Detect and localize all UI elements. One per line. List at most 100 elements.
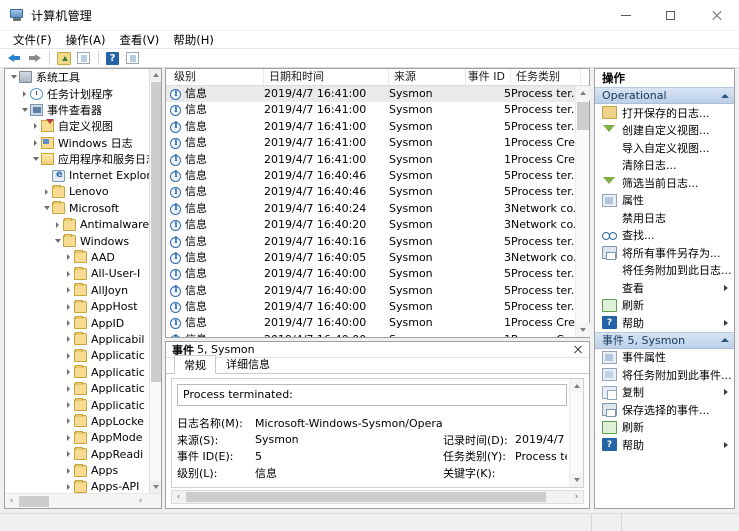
tree-item[interactable]: AppMode (5, 430, 149, 446)
chevron-down-icon[interactable] (8, 69, 19, 85)
close-detail-icon[interactable] (571, 343, 585, 356)
chevron-right-icon[interactable] (52, 217, 63, 233)
action-item[interactable]: 筛选当前日志... (595, 174, 734, 192)
chevron-up-icon[interactable] (721, 338, 729, 342)
action-item[interactable]: 打开保存的日志... (595, 104, 734, 122)
tree-item[interactable]: Windows (5, 233, 149, 249)
event-row[interactable]: 信息 2019/4/7 16:41:00 Sysmon 1Process Cre... (166, 135, 575, 151)
chevron-right-icon[interactable] (63, 266, 74, 282)
event-row[interactable]: 信息 2019/4/7 16:40:00 Sysmon 5Process ter... (166, 266, 575, 282)
tree-horizontal-scrollbar[interactable]: ‹ › (5, 493, 161, 508)
chevron-up-icon[interactable] (721, 93, 729, 98)
column-header-datetime[interactable]: 日期和时间 (264, 69, 389, 85)
tree-item[interactable]: Antimalware (5, 217, 149, 233)
event-list-scroll-down-button[interactable] (576, 323, 590, 337)
event-row[interactable]: 信息 2019/4/7 16:41:00 Sysmon 5Process ter... (166, 86, 575, 103)
actions-group-header[interactable]: Operational (595, 87, 734, 104)
action-item[interactable]: 禁用日志 (595, 209, 734, 227)
event-row[interactable]: 信息 2019/4/7 16:40:24 Sysmon 3Network co... (166, 201, 575, 217)
event-row[interactable]: 信息 2019/4/7 16:40:05 Sysmon 3Network co... (166, 250, 575, 266)
action-item[interactable]: 查找... (595, 227, 734, 245)
tree-item[interactable]: Applicatic (5, 397, 149, 413)
detail-scroll-right-button[interactable]: › (570, 491, 583, 503)
action-item[interactable]: 创建自定义视图... (595, 122, 734, 140)
action-item[interactable]: 将任务附加到此日志... (595, 262, 734, 280)
event-row[interactable]: 信息 2019/4/7 16:41:00 Sysmon 1Process Cre... (166, 152, 575, 168)
chevron-right-icon[interactable] (63, 479, 74, 493)
tree-item[interactable]: 系统工具 (5, 69, 149, 85)
menu-file[interactable]: 文件(F) (6, 31, 59, 49)
action-item[interactable]: 导入自定义视图... (595, 139, 734, 157)
chevron-right-icon[interactable] (63, 463, 74, 479)
event-row[interactable]: 信息 2019/4/7 16:41:00 Sysmon 5Process ter... (166, 119, 575, 135)
maximize-button[interactable] (648, 0, 693, 31)
event-detail-horizontal-scrollbar[interactable]: ‹ › (171, 490, 584, 504)
submenu-arrow-icon[interactable] (724, 389, 728, 396)
event-row[interactable]: 信息 2019/4/7 16:40:16 Sysmon 5Process ter... (166, 234, 575, 250)
tab-general[interactable]: 常规 (174, 355, 216, 374)
event-row[interactable]: 信息 2019/4/7 16:40:00 Sysmon 5Process ter... (166, 299, 575, 315)
show-hide-console-tree-button[interactable] (74, 50, 93, 67)
menu-view[interactable]: 查看(V) (112, 31, 166, 49)
tree-item[interactable]: AllJoyn (5, 282, 149, 298)
event-detail-vertical-scrollbar[interactable] (569, 379, 583, 487)
column-header-eventid[interactable]: 事件 ID (466, 69, 511, 85)
up-folder-button[interactable] (54, 50, 73, 67)
chevron-right-icon[interactable] (30, 135, 41, 151)
tree-item[interactable]: 自定义视图 (5, 118, 149, 134)
chevron-right-icon[interactable] (63, 299, 74, 315)
help-button[interactable]: ? (103, 50, 122, 67)
chevron-right-icon[interactable] (63, 381, 74, 397)
chevron-right-icon[interactable] (19, 86, 30, 102)
show-hide-action-pane-button[interactable] (123, 50, 142, 67)
chevron-down-icon[interactable] (19, 102, 30, 118)
tree-scroll-right-button[interactable]: › (134, 494, 147, 508)
chevron-down-icon[interactable] (30, 151, 41, 167)
event-list-scroll-up-button[interactable] (576, 86, 590, 100)
tree-item[interactable]: Internet Explorer (5, 167, 149, 183)
chevron-right-icon[interactable] (30, 118, 41, 134)
tree-item[interactable]: Windows 日志 (5, 135, 149, 151)
menu-help[interactable]: 帮助(H) (166, 31, 221, 49)
chevron-right-icon[interactable] (63, 331, 74, 347)
tree-item[interactable]: AAD (5, 249, 149, 265)
tree-item[interactable]: 任务计划程序 (5, 85, 149, 101)
event-detail-scroll-up-button[interactable] (570, 379, 583, 393)
tree-item[interactable]: Lenovo (5, 184, 149, 200)
tree-scroll-left-button[interactable]: ‹ (5, 494, 18, 508)
action-item[interactable]: 属性 (595, 192, 734, 210)
detail-horizontal-scroll-thumb[interactable] (186, 492, 546, 502)
tree-item[interactable]: Apps-API (5, 479, 149, 493)
submenu-arrow-icon[interactable] (724, 319, 728, 326)
event-list-scroll-thumb[interactable] (577, 102, 589, 130)
tree-scroll-up-button[interactable] (150, 69, 161, 81)
tree-item[interactable]: Applicatic (5, 380, 149, 396)
forward-button[interactable] (25, 50, 44, 67)
minimize-button[interactable] (603, 0, 648, 31)
tree-horizontal-scroll-thumb[interactable] (19, 496, 49, 507)
action-item[interactable]: 刷新 (595, 297, 734, 315)
tree-item[interactable]: Applicatic (5, 364, 149, 380)
event-row[interactable]: 信息2019/4/7 16:40:00Sysmon1Process Cre... (166, 332, 575, 337)
chevron-right-icon[interactable] (63, 430, 74, 446)
tab-details[interactable]: 详细信息 (216, 354, 280, 373)
event-list-rows[interactable]: 信息2019/4/7 16:41:00Sysmon5Process ter...… (166, 86, 575, 337)
tree-item[interactable]: Microsoft (5, 200, 149, 216)
tree-item[interactable]: Apps (5, 462, 149, 478)
event-row[interactable]: 信息 2019/4/7 16:41:00 Sysmon 5Process ter... (166, 102, 575, 118)
chevron-right-icon[interactable] (63, 364, 74, 380)
back-button[interactable] (5, 50, 24, 67)
chevron-right-icon[interactable] (41, 184, 52, 200)
action-item[interactable]: 事件属性 (595, 349, 734, 367)
action-item[interactable]: 保存选择的事件... (595, 401, 734, 419)
action-item[interactable]: 将任务附加到此事件... (595, 366, 734, 384)
tree-item[interactable]: AppHost (5, 298, 149, 314)
action-item[interactable]: ? 帮助 (595, 436, 734, 454)
event-detail-scroll-down-button[interactable] (570, 473, 583, 487)
tree-vertical-scrollbar[interactable] (149, 69, 161, 493)
chevron-right-icon[interactable] (63, 348, 74, 364)
chevron-right-icon[interactable] (63, 413, 74, 429)
action-item[interactable]: 清除日志... (595, 157, 734, 175)
tree-item[interactable]: All-User-I (5, 266, 149, 282)
tree-item[interactable]: AppReadi (5, 446, 149, 462)
